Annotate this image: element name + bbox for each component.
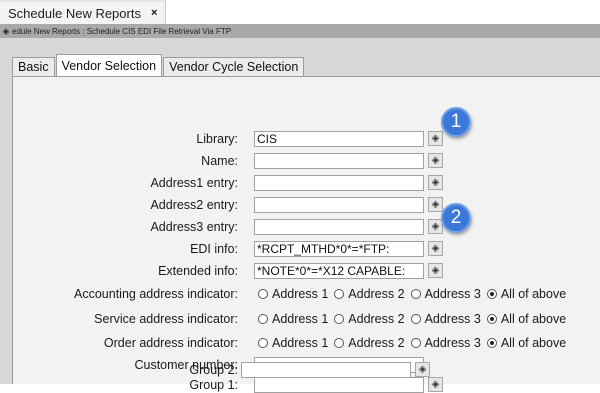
accounting-indicator-radios: Address 1 Address 2 Address 3 All of abo…: [258, 285, 572, 303]
radio-label: Address 2: [348, 287, 405, 301]
radio-label: Address 2: [348, 312, 405, 326]
service-radio-address2[interactable]: Address 2: [334, 312, 405, 326]
address3-field[interactable]: [254, 219, 424, 235]
radio-label: Address 1: [272, 336, 329, 350]
radio-circle[interactable]: [258, 338, 268, 348]
tab-vendor-cycle-selection[interactable]: Vendor Cycle Selection: [163, 57, 305, 76]
accounting-radio-all[interactable]: All of above: [486, 287, 567, 301]
library-field[interactable]: CIS: [254, 131, 424, 147]
radio-label: Address 3: [424, 287, 481, 301]
order-indicator-radios: Address 1 Address 2 Address 3 All of abo…: [258, 334, 572, 352]
edi-info-lookup-icon[interactable]: ◈: [428, 241, 443, 256]
name-field[interactable]: [254, 153, 424, 169]
order-radio-address1[interactable]: Address 1: [258, 336, 328, 350]
service-radio-address1[interactable]: Address 1: [258, 312, 328, 326]
address2-lookup-icon[interactable]: ◈: [428, 197, 443, 212]
tab-basic[interactable]: Basic: [12, 57, 55, 76]
breadcrumb-text: edule New Reports : Schedule CIS EDI Fil…: [12, 26, 232, 36]
group2-label: Group 2:: [189, 363, 238, 377]
vendor-selection-form: Library: CIS ◈ Name: ◈ Address1 entry: ◈…: [12, 76, 600, 393]
schedule-new-reports-tab[interactable]: Schedule New Reports ×: [0, 0, 167, 24]
radio-circle[interactable]: [410, 314, 421, 324]
radio-circle-selected[interactable]: [486, 338, 497, 348]
address1-field[interactable]: [254, 175, 424, 191]
tab-title: Schedule New Reports: [8, 5, 141, 21]
callout-badge-2: 2: [441, 203, 471, 233]
group1-lookup-icon[interactable]: ◈: [428, 377, 443, 392]
radio-circle[interactable]: [410, 338, 421, 348]
address1-lookup-icon[interactable]: ◈: [428, 175, 443, 190]
section-tabs: Basic Vendor Selection Vendor Cycle Sele…: [12, 54, 305, 76]
group2-lookup-icon[interactable]: ◈: [415, 362, 430, 377]
order-radio-address2[interactable]: Address 2: [334, 336, 405, 350]
radio-circle[interactable]: [334, 289, 345, 299]
name-lookup-icon[interactable]: ◈: [428, 153, 443, 168]
callout-badge-1: 1: [441, 107, 471, 137]
accounting-indicator-label: Accounting address indicator:: [74, 287, 238, 301]
service-indicator-label: Service address indicator:: [94, 312, 238, 326]
address2-label: Address2 entry:: [150, 198, 238, 212]
order-indicator-label: Order address indicator:: [103, 336, 238, 350]
radio-circle-selected[interactable]: [486, 289, 497, 299]
accounting-radio-address3[interactable]: Address 3: [410, 287, 481, 301]
radio-circle[interactable]: [334, 314, 345, 324]
radio-label: Address 1: [272, 287, 329, 301]
service-radio-address3[interactable]: Address 3: [410, 312, 481, 326]
extended-info-lookup-icon[interactable]: ◈: [428, 263, 443, 278]
address2-field[interactable]: [254, 197, 424, 213]
radio-label: All of above: [500, 312, 567, 326]
extended-info-label: Extended info:: [158, 264, 238, 278]
name-label: Name:: [201, 154, 238, 168]
library-lookup-icon[interactable]: ◈: [428, 131, 443, 146]
radio-circle[interactable]: [258, 314, 268, 324]
radio-circle[interactable]: [334, 338, 345, 348]
radio-label: All of above: [500, 287, 567, 301]
window-tab-bar: Schedule New Reports ×: [0, 0, 600, 25]
radio-circle-selected[interactable]: [486, 314, 497, 324]
radio-circle[interactable]: [258, 289, 268, 299]
address3-label: Address3 entry:: [150, 220, 238, 234]
radio-label: Address 3: [424, 336, 481, 350]
radio-label: All of above: [500, 336, 567, 350]
accounting-radio-address1[interactable]: Address 1: [258, 287, 328, 301]
service-radio-all[interactable]: All of above: [486, 312, 567, 326]
breadcrumb-menu-icon[interactable]: ◈: [0, 26, 12, 37]
radio-label: Address 3: [424, 312, 481, 326]
group1-field[interactable]: [254, 377, 424, 393]
tab-vendor-selection[interactable]: Vendor Selection: [55, 54, 163, 76]
accounting-radio-address2[interactable]: Address 2: [334, 287, 405, 301]
group1-label: Group 1:: [189, 378, 238, 392]
extended-info-field[interactable]: *NOTE*0*=*X12 CAPABLE:: [254, 263, 424, 279]
group2-field[interactable]: [241, 362, 411, 378]
library-label: Library:: [196, 132, 238, 146]
radio-circle[interactable]: [410, 289, 421, 299]
main-panel: Basic Vendor Selection Vendor Cycle Sele…: [0, 38, 600, 393]
close-icon[interactable]: ×: [151, 7, 157, 19]
edi-info-label: EDI info:: [190, 242, 238, 256]
order-radio-address3[interactable]: Address 3: [410, 336, 481, 350]
radio-label: Address 2: [348, 336, 405, 350]
order-radio-all[interactable]: All of above: [486, 336, 567, 350]
edi-info-field[interactable]: *RCPT_MTHD*0*=*FTP:: [254, 241, 424, 257]
address1-label: Address1 entry:: [150, 176, 238, 190]
radio-label: Address 1: [272, 312, 329, 326]
breadcrumb: ◈ edule New Reports : Schedule CIS EDI F…: [0, 24, 600, 38]
service-indicator-radios: Address 1 Address 2 Address 3 All of abo…: [258, 310, 572, 328]
